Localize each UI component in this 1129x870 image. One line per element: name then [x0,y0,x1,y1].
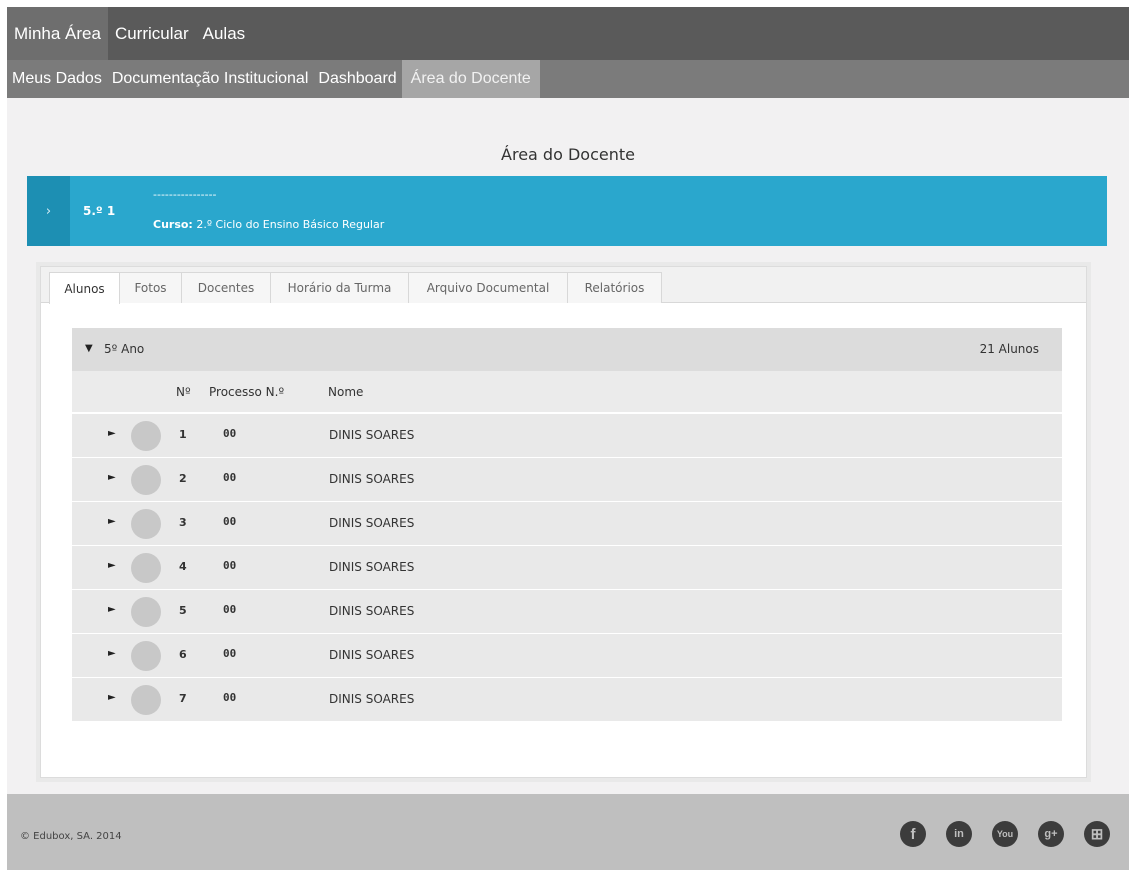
footer: © Edubox, SA. 2014 f in You g+ ⊞ [7,794,1129,870]
avatar [131,597,161,627]
student-process: 00 [223,515,237,528]
copyright: © Edubox, SA. 2014 [20,831,122,842]
student-name[interactable]: DINIS SOARES [329,516,414,530]
edubox-icon[interactable]: ⊞ [1084,821,1110,847]
group-label: 5º Ano [104,342,145,356]
facebook-icon[interactable]: f [900,821,926,847]
student-process: 00 [223,647,237,660]
nav-item-aulas[interactable]: Aulas [196,7,253,60]
class-panel: Alunos Fotos Docentes Horário da Turma A… [40,266,1087,778]
class-bar: › 5.º 1 ---------------- Curso: 2.º Cicl… [27,176,1107,246]
linkedin-icon[interactable]: in [946,821,972,847]
subnav-item-documentacao[interactable]: Documentação Institucional [107,60,314,98]
youtube-icon[interactable]: You [992,821,1018,847]
student-name[interactable]: DINIS SOARES [329,604,414,618]
triangle-right-icon[interactable]: ► [108,516,116,527]
triangle-right-icon[interactable]: ► [108,560,116,571]
student-process: 00 [223,427,237,440]
tab-docentes[interactable]: Docentes [181,272,271,303]
table-row[interactable]: ► 6 00 DINIS SOARES [72,633,1062,677]
avatar [131,641,161,671]
avatar [131,553,161,583]
chevron-right-icon: › [45,203,52,219]
student-number: 1 [179,428,187,441]
table-row[interactable]: ► 5 00 DINIS SOARES [72,589,1062,633]
column-header: Nº Processo N.º Nome [72,371,1062,413]
student-name[interactable]: DINIS SOARES [329,560,414,574]
student-process: 00 [223,559,237,572]
triangle-right-icon[interactable]: ► [108,472,116,483]
table-row[interactable]: ► 4 00 DINIS SOARES [72,545,1062,589]
student-name[interactable]: DINIS SOARES [329,692,414,706]
group-header[interactable]: ▼ 5º Ano 21 Alunos [72,328,1062,371]
student-process: 00 [223,603,237,616]
page: Minha Área Curricular Aulas Meus Dados D… [7,7,1129,870]
avatar [131,685,161,715]
student-name[interactable]: DINIS SOARES [329,428,414,442]
tab-fotos[interactable]: Fotos [119,272,182,303]
nav-item-minha-area[interactable]: Minha Área [7,7,108,60]
student-number: 3 [179,516,187,529]
column-process: Processo N.º [209,385,285,399]
class-name: 5.º 1 [83,204,116,218]
subnav-item-meus-dados[interactable]: Meus Dados [7,60,107,98]
table-row[interactable]: ► 2 00 DINIS SOARES [72,457,1062,501]
tab-horario-turma[interactable]: Horário da Turma [270,272,409,303]
avatar [131,465,161,495]
class-dashes: ---------------- [153,188,217,201]
tab-relatorios[interactable]: Relatórios [567,272,662,303]
secondary-nav: Meus Dados Documentação Institucional Da… [7,60,1129,98]
avatar [131,509,161,539]
table-row[interactable]: ► 1 00 DINIS SOARES [72,413,1062,457]
tab-bar: Alunos Fotos Docentes Horário da Turma A… [41,267,1086,304]
student-process: 00 [223,471,237,484]
class-course: Curso: 2.º Ciclo do Ensino Básico Regula… [153,218,384,231]
nav-item-curricular[interactable]: Curricular [108,7,196,60]
triangle-right-icon[interactable]: ► [108,604,116,615]
table-row[interactable]: ► 3 00 DINIS SOARES [72,501,1062,545]
tab-arquivo-documental[interactable]: Arquivo Documental [408,272,568,303]
google-plus-icon[interactable]: g+ [1038,821,1064,847]
page-title: Área do Docente [501,145,635,164]
column-number: Nº [176,385,191,399]
triangle-down-icon: ▼ [85,343,93,354]
primary-nav: Minha Área Curricular Aulas [7,7,1129,60]
student-name[interactable]: DINIS SOARES [329,648,414,662]
subnav-item-area-docente[interactable]: Área do Docente [401,60,540,98]
student-number: 2 [179,472,187,485]
student-number: 4 [179,560,187,573]
course-label: Curso: [153,218,193,231]
table-row[interactable]: ► 7 00 DINIS SOARES [72,677,1062,721]
student-list: ► 1 00 DINIS SOARES ► 2 00 DINIS SOARES ► 3 00 DINI… [72,413,1062,721]
student-name[interactable]: DINIS SOARES [329,472,414,486]
triangle-right-icon[interactable]: ► [108,692,116,703]
triangle-right-icon[interactable]: ► [108,648,116,659]
tab-alunos[interactable]: Alunos [49,272,120,304]
student-group: ▼ 5º Ano 21 Alunos Nº Processo N.º Nome … [72,328,1062,721]
triangle-right-icon[interactable]: ► [108,428,116,439]
student-number: 6 [179,648,187,661]
expand-class-button[interactable]: › [27,176,70,246]
student-number: 7 [179,692,187,705]
student-process: 00 [223,691,237,704]
course-value: 2.º Ciclo do Ensino Básico Regular [196,218,385,231]
subnav-item-dashboard[interactable]: Dashboard [313,60,401,98]
avatar [131,421,161,451]
group-count: 21 Alunos [979,342,1039,356]
student-number: 5 [179,604,187,617]
column-name: Nome [328,385,364,399]
